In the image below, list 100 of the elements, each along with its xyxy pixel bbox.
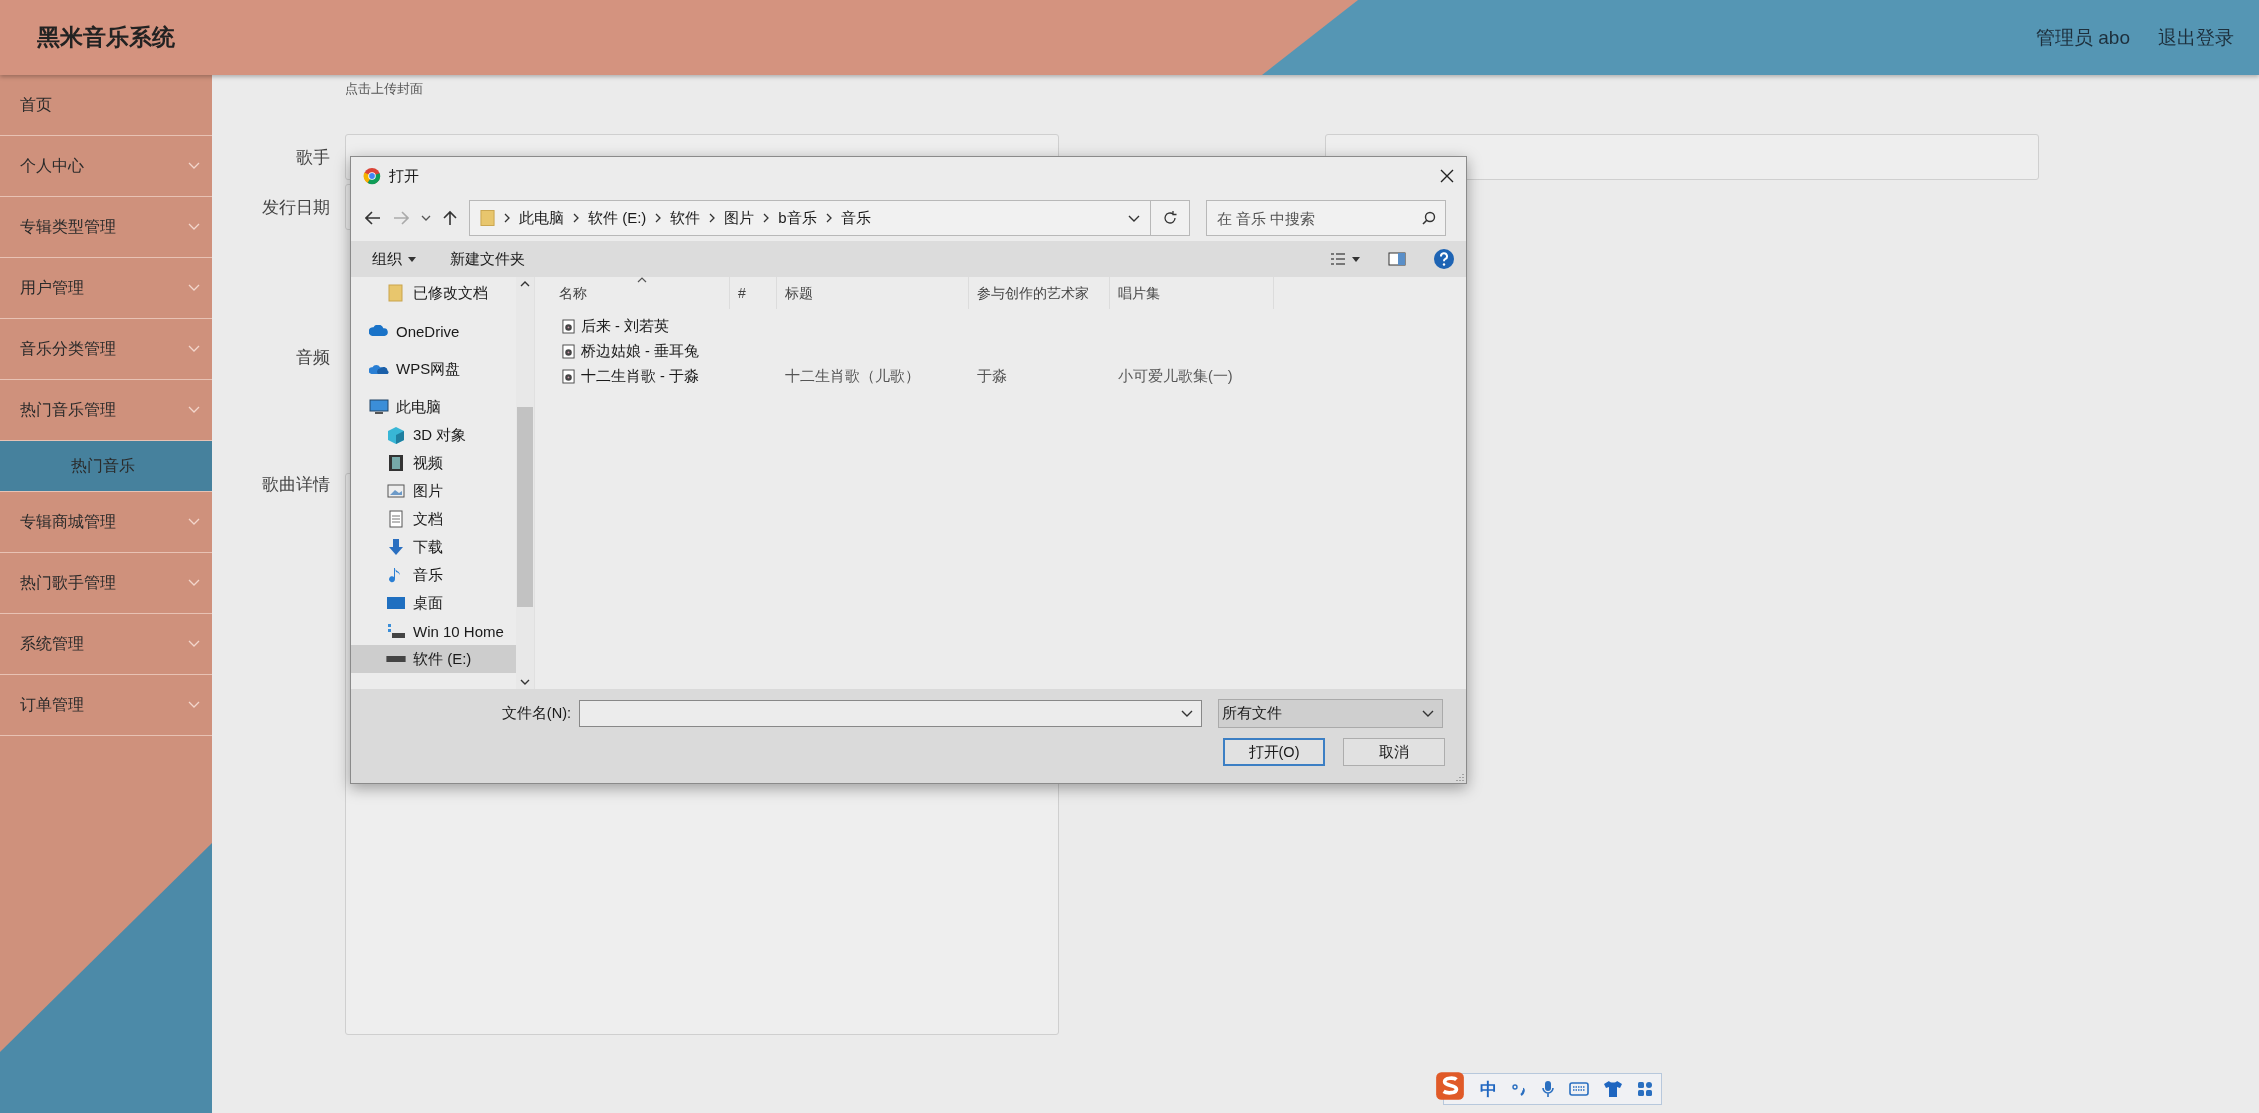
view-list-icon[interactable] [1330,252,1346,266]
field-label: 音频 [295,347,330,369]
close-icon[interactable] [1440,169,1454,183]
up-arrow-icon[interactable] [443,210,457,226]
field-label: 歌曲详情 [261,474,330,496]
nav-item[interactable]: 下载 [351,533,516,561]
file-name[interactable]: 十二生肖歌 - 于淼 [581,367,699,386]
chevron-down-icon[interactable] [421,215,431,221]
chevron-down-icon[interactable] [1128,214,1140,222]
document-icon [386,510,406,528]
sidebar-item[interactable]: 用户管理 [0,258,212,319]
scrollbar[interactable] [516,277,534,689]
address-bar[interactable]: 此电脑 软件 (E:) 软件 图片 b音乐 音乐 [469,200,1151,236]
sidebar-item[interactable]: 首页 [0,75,212,136]
chevron-down-icon [188,701,200,709]
column-header[interactable]: # [730,277,777,309]
nav-item[interactable]: OneDrive [351,317,516,345]
file-name[interactable]: 桥边姑娘 - 垂耳兔 [581,342,699,361]
chevron-down-icon [188,518,200,526]
column-header[interactable]: 唱片集 [1110,277,1274,309]
nav-item[interactable]: 图片 [351,477,516,505]
logout-link[interactable]: 退出登录 [2158,24,2234,51]
nav-item[interactable]: 音乐 [351,561,516,589]
nav-item[interactable]: 3D 对象 [351,421,516,449]
breadcrumb-item[interactable]: 音乐 [840,208,871,228]
input-method-logo-icon[interactable] [1434,1070,1466,1102]
scroll-down-icon[interactable] [520,679,530,685]
field-label: 歌手 [295,146,330,169]
resize-grip-icon[interactable] [1456,773,1464,781]
nav-item[interactable]: 视频 [351,449,516,477]
microphone-icon[interactable] [1541,1080,1555,1098]
nav-item[interactable]: 软件 (E:) [351,645,516,673]
folder-icon [386,284,406,302]
caret-down-icon[interactable] [1352,256,1360,262]
browser-logo-icon [363,167,381,185]
input-field[interactable] [1325,134,2039,180]
file-name[interactable]: 后来 - 刘若英 [581,317,669,336]
breadcrumb-item[interactable]: 此电脑 [519,208,564,228]
upload-cover-hint: 点击上传封面 [345,80,424,98]
nav-item[interactable]: 此电脑 [351,393,516,421]
organize-menu[interactable]: 组织 [372,249,402,269]
breadcrumb-item[interactable]: 软件 (E:) [588,208,647,228]
cancel-button[interactable]: 取消 [1343,738,1445,766]
breadcrumb-item[interactable]: 软件 [670,208,701,228]
back-arrow-icon[interactable] [365,211,381,225]
column-header[interactable]: 名称 [535,277,730,309]
sidebar-item[interactable]: 专辑类型管理 [0,197,212,258]
nav-item[interactable]: WPS网盘 [351,355,516,383]
chevron-down-icon[interactable] [1181,710,1193,717]
network-drive-icon [386,622,406,640]
help-icon[interactable] [1434,249,1454,269]
grid-apps-icon[interactable] [1637,1081,1653,1097]
chevron-down-icon [188,223,200,231]
sidebar-item[interactable]: 音乐分类管理 [0,319,212,380]
new-folder-button[interactable]: 新建文件夹 [450,249,525,269]
sidebar-item[interactable]: 系统管理 [0,614,212,675]
cloud-icon [369,325,389,337]
column-header[interactable]: 标题 [777,277,969,309]
column-header[interactable]: 参与创作的艺术家 [969,277,1110,309]
chevron-down-icon [188,345,200,353]
breadcrumb-item[interactable]: b音乐 [778,208,817,228]
sidebar-item[interactable]: 个人中心 [0,136,212,197]
nav-item[interactable]: 文档 [351,505,516,533]
dialog-title: 打开 [389,166,419,186]
search-icon [1422,211,1436,225]
input-mode-toggle[interactable]: 中 [1480,1077,1497,1101]
file-type-dropdown[interactable]: 所有文件 [1218,699,1443,728]
shirt-icon[interactable] [1603,1080,1623,1098]
sidebar-item[interactable]: 热门歌手管理 [0,553,212,614]
folder-icon [480,209,495,227]
search-field[interactable]: 在 音乐 中搜索 [1206,200,1446,236]
app-title: 黑米音乐系统 [37,23,175,52]
filename-field[interactable] [579,700,1202,727]
field-label: 发行日期 [261,196,330,219]
image-icon [386,482,406,500]
refresh-button[interactable] [1151,200,1190,236]
breadcrumb-item[interactable]: 图片 [724,208,755,228]
scroll-up-icon[interactable] [520,281,530,287]
punctuation-icon[interactable] [1511,1081,1527,1097]
keyboard-icon[interactable] [1569,1082,1589,1096]
chevron-down-icon [188,284,200,292]
chevron-right-icon [655,213,662,223]
open-button[interactable]: 打开(O) [1223,738,1325,766]
filename-label: 文件名(N): [500,704,571,723]
chevron-down-icon [188,640,200,648]
sidebar-item[interactable]: 订单管理 [0,675,212,736]
sidebar-item[interactable]: 专辑商城管理 [0,492,212,553]
computer-icon [369,398,389,416]
nav-item[interactable]: 已修改文档 [351,279,516,307]
audio-file-icon [562,344,575,359]
caret-down-icon[interactable] [408,256,416,262]
chevron-right-icon [504,213,510,223]
file-title: 十二生肖歌（儿歌） [785,367,920,386]
nav-item[interactable]: Win 10 Home [351,617,516,645]
user-label: 管理员 abo [2036,25,2130,50]
preview-pane-icon[interactable] [1388,252,1406,266]
film-icon [386,454,406,472]
file-album: 小可爱儿歌集(一) [1118,367,1233,386]
drive-icon [386,656,406,662]
nav-item[interactable]: 桌面 [351,589,516,617]
